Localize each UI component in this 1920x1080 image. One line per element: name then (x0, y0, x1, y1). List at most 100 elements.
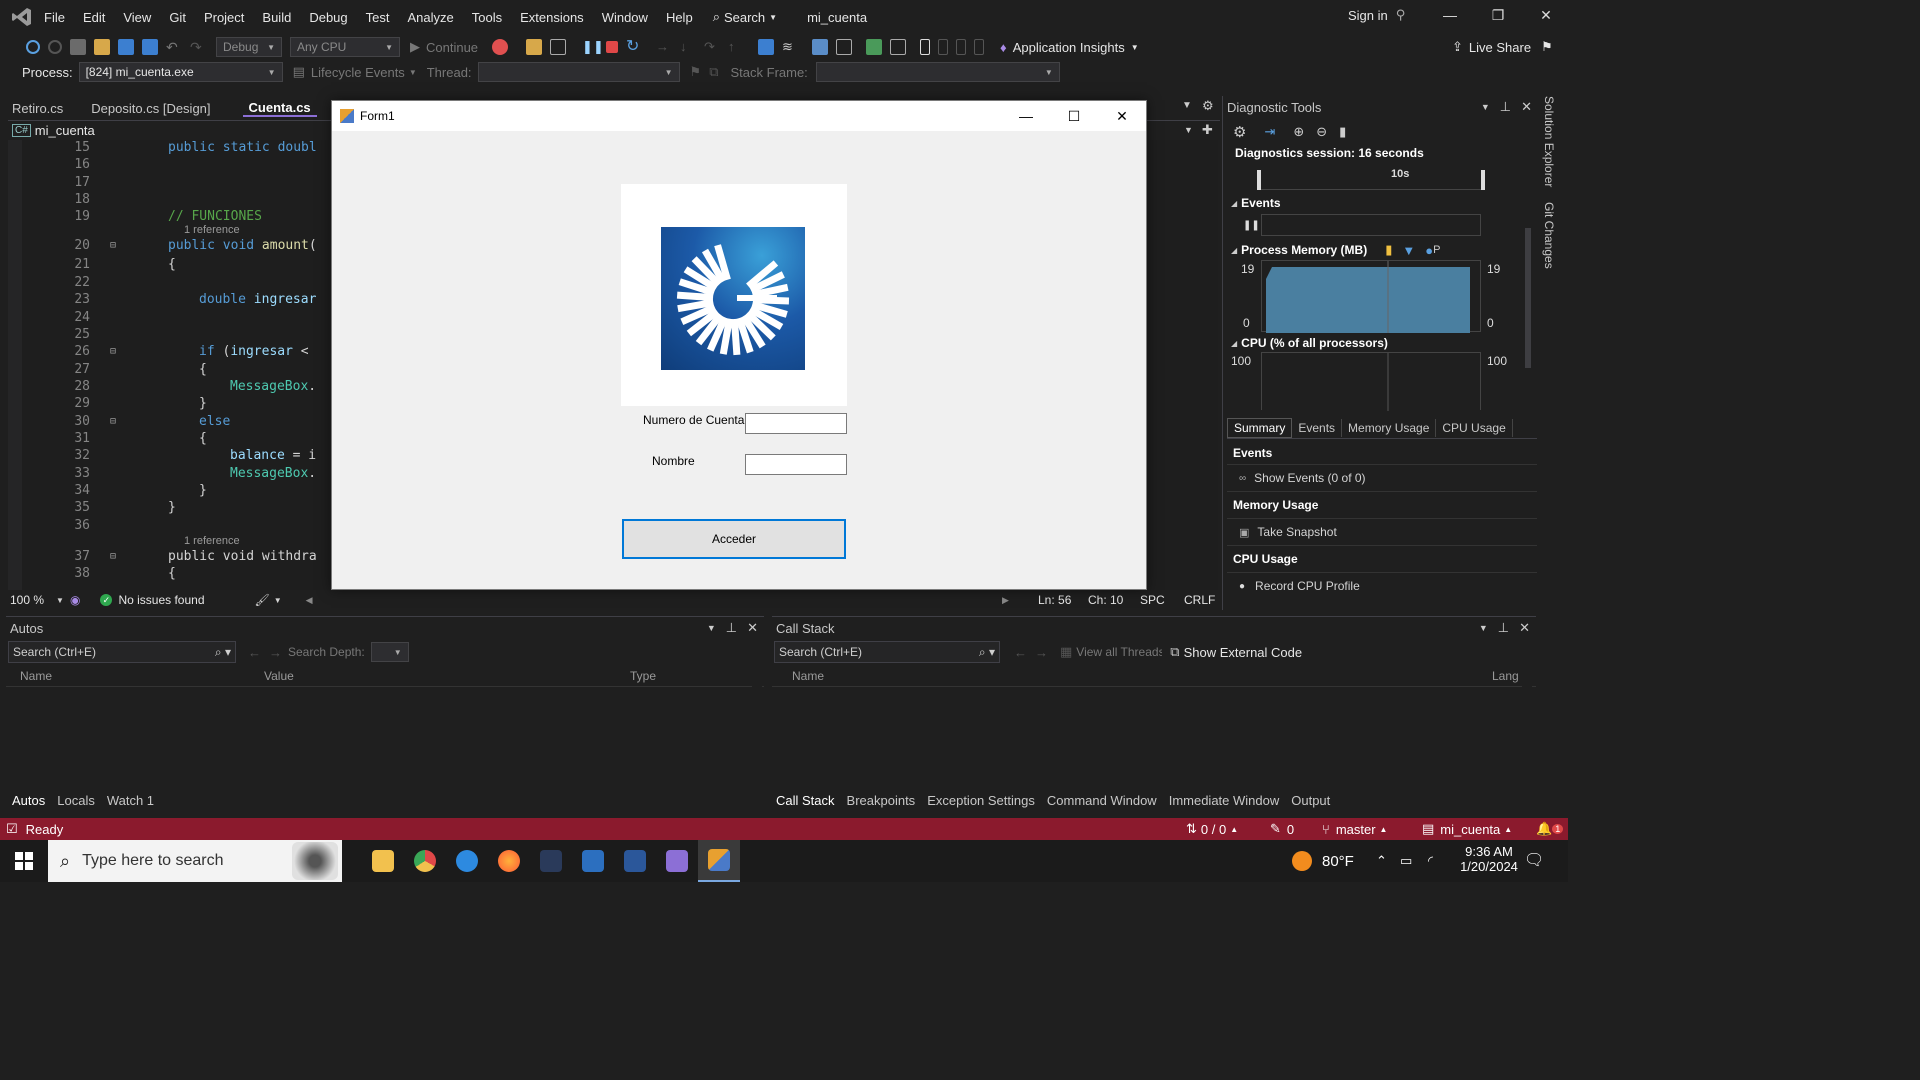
chevron-down-icon[interactable]: ▼ (707, 623, 716, 633)
gear-icon[interactable]: ⚙ (1233, 123, 1246, 141)
brush-icon[interactable]: 🖌 (255, 593, 270, 607)
undo-icon[interactable]: ↶ (166, 39, 182, 55)
acceder-button[interactable]: Acceder (622, 519, 846, 559)
split-icon[interactable]: ✚ (1202, 122, 1213, 138)
notifications-status[interactable]: 🔔 1 (1536, 821, 1564, 837)
menu-git[interactable]: Git (169, 10, 186, 25)
autos-scrollbar[interactable] (752, 667, 762, 791)
visual-studio-taskbar-icon[interactable] (656, 840, 698, 882)
close-icon[interactable]: ✕ (747, 620, 758, 636)
form1-close-button[interactable]: ✕ (1098, 101, 1146, 131)
git-changes-tab[interactable]: Git Changes (1542, 202, 1556, 269)
debug-tools-icon[interactable] (758, 39, 775, 55)
zoom-in-icon[interactable]: ⊕ (1293, 124, 1304, 140)
codelens-reference[interactable]: 1 reference (184, 224, 240, 236)
git-changes-status[interactable]: ⇅ 0 / 0 ▲ (1186, 821, 1238, 837)
chevron-down-icon[interactable]: ▼ (1481, 102, 1490, 112)
lifecycle-events-dropdown[interactable]: Lifecycle Events (311, 65, 405, 80)
open-folder-icon[interactable] (94, 39, 110, 55)
fold-toggle-icon[interactable]: ⊟ (110, 240, 116, 251)
powershell-taskbar-icon[interactable] (572, 840, 614, 882)
clear-bookmarks-icon[interactable] (974, 39, 985, 55)
export-icon[interactable]: ⇥ (1264, 124, 1275, 140)
issues-status[interactable]: No issues found (118, 593, 204, 607)
zoom-dropdown[interactable]: 100 % (10, 593, 44, 607)
record-cpu-profile-link[interactable]: ● Record CPU Profile (1227, 573, 1537, 599)
settings-icon[interactable]: ⚙ (1202, 98, 1214, 114)
pause-icon[interactable]: ❚❚ (1243, 220, 1260, 231)
show-external-code-button[interactable]: Show External Code (1184, 645, 1303, 660)
hot-reload-icon[interactable] (492, 39, 509, 55)
back-arrow-icon[interactable]: ← (1014, 645, 1027, 660)
flag-icon[interactable]: ⚑ (690, 64, 702, 80)
tab-summary[interactable]: Summary (1227, 417, 1293, 438)
layout-icon[interactable] (550, 39, 567, 55)
filter-icon[interactable]: ⧉ (709, 64, 718, 80)
next-bookmark-icon[interactable] (956, 39, 967, 55)
solution-explorer-tab[interactable]: Solution Explorer (1542, 96, 1556, 187)
edge-taskbar-icon[interactable] (446, 840, 488, 882)
cpu-section-header[interactable]: ◢ CPU (% of all processors) (1231, 336, 1388, 350)
menu-extensions[interactable]: Extensions (520, 10, 584, 25)
visual-studio-logo-icon[interactable] (0, 0, 44, 34)
firefox-taskbar-icon[interactable] (488, 840, 530, 882)
branch-status[interactable]: ⑂ master ▲ (1322, 822, 1387, 837)
column-name[interactable]: Name (792, 669, 824, 683)
tab-output[interactable]: Output (1291, 793, 1330, 808)
tab-autos[interactable]: Autos (12, 793, 45, 808)
tab-retiro[interactable]: Retiro.cs (6, 98, 69, 116)
tab-breakpoints[interactable]: Breakpoints (847, 793, 916, 808)
word-taskbar-icon[interactable] (614, 840, 656, 882)
prev-bookmark-icon[interactable] (938, 39, 949, 55)
show-next-statement-icon[interactable]: → (656, 39, 672, 55)
menu-file[interactable]: File (44, 10, 65, 25)
account-icon[interactable]: ⚲ (1396, 7, 1406, 23)
memory-chart[interactable] (1261, 260, 1481, 333)
close-icon[interactable]: ✕ (1519, 620, 1530, 636)
hex-display-icon[interactable]: ≋ (782, 39, 798, 55)
battery-icon[interactable]: ▭ (1400, 853, 1412, 869)
stack-frame-dropdown[interactable]: ▼ (815, 62, 1060, 82)
repository-status[interactable]: ▤ mi_cuenta ▲ (1422, 821, 1512, 837)
memory-section-header[interactable]: ◢ Process Memory (MB) ▮ ▼ ● P (1231, 242, 1440, 258)
autos-search-input[interactable]: Search (Ctrl+E) ⌕ ▾ (8, 641, 236, 663)
copilot-icon[interactable]: ◉ (70, 593, 80, 607)
tab-watch1[interactable]: Watch 1 (107, 793, 154, 808)
search-menu[interactable]: ⌕ Search ▼ (713, 9, 777, 25)
fold-toggle-icon[interactable]: ⊟ (110, 416, 116, 427)
comment-icon[interactable] (866, 39, 883, 55)
diagnostic-scrollbar[interactable] (1523, 124, 1533, 408)
menu-project[interactable]: Project (204, 10, 244, 25)
sign-in-link[interactable]: Sign in (1348, 8, 1388, 23)
taskbar-search-box[interactable]: ⌕ Type here to search (48, 840, 342, 882)
uncomment-icon[interactable] (890, 39, 907, 55)
back-arrow-icon[interactable]: ← (248, 645, 261, 660)
file-explorer-taskbar-icon[interactable] (362, 840, 404, 882)
tab-locals[interactable]: Locals (57, 793, 95, 808)
redo-icon[interactable]: ↷ (190, 39, 206, 55)
stop-icon[interactable] (606, 41, 619, 53)
events-section-header[interactable]: ◢ Events (1231, 196, 1281, 210)
chevron-down-icon[interactable]: ▼ (1479, 623, 1488, 633)
take-snapshot-link[interactable]: ▣ Take Snapshot (1227, 519, 1537, 546)
column-indicator[interactable]: Ch: 10 (1088, 593, 1123, 607)
menu-help[interactable]: Help (666, 10, 693, 25)
pin-icon[interactable]: ⊥ (1498, 620, 1509, 636)
network-tool-taskbar-icon[interactable] (530, 840, 572, 882)
tab-cuenta[interactable]: Cuenta.cs (242, 97, 317, 117)
column-type[interactable]: Type (630, 669, 656, 683)
timeline-start-handle[interactable] (1257, 170, 1261, 190)
save-icon[interactable] (118, 39, 134, 55)
menu-edit[interactable]: Edit (83, 10, 105, 25)
process-dropdown[interactable]: [824] mi_cuenta.exe ▼ (78, 62, 283, 82)
thread-dropdown[interactable]: ▼ (477, 62, 680, 82)
minimize-button[interactable]: — (1426, 0, 1474, 30)
form1-taskbar-icon[interactable] (698, 840, 740, 882)
start-button[interactable] (0, 840, 48, 882)
chrome-taskbar-icon[interactable] (404, 840, 446, 882)
pending-edits-status[interactable]: ✎ 0 (1270, 821, 1294, 837)
form1-titlebar[interactable]: Form1 — ☐ ✕ (332, 101, 1146, 131)
whitespace-indicator[interactable]: SPC (1140, 593, 1165, 607)
new-project-icon[interactable] (70, 39, 86, 55)
forward-arrow-icon[interactable]: → (269, 645, 282, 660)
